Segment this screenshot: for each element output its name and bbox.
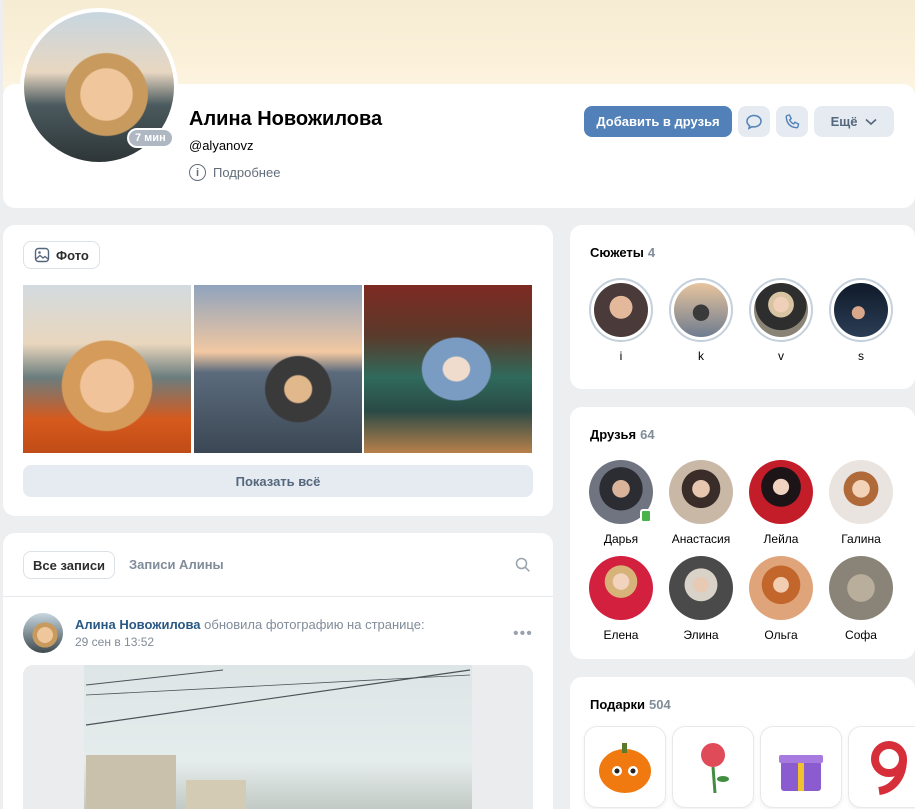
mobile-online-icon bbox=[640, 509, 652, 523]
post-date[interactable]: 29 сен в 13:52 bbox=[75, 635, 154, 649]
more-label: Ещё bbox=[830, 114, 858, 129]
avatar bbox=[669, 556, 733, 620]
avatar bbox=[669, 460, 733, 524]
post-header: Алина Новожилова обновила фотографию на … bbox=[75, 617, 425, 632]
phone-icon bbox=[785, 113, 800, 128]
photo-thumbnail[interactable] bbox=[364, 285, 532, 453]
photos-card: Фото Показать всё bbox=[3, 225, 553, 516]
stories-title: Сюжеты bbox=[590, 245, 644, 260]
friend-item[interactable]: Софа bbox=[821, 556, 901, 642]
details-label: Подробнее bbox=[213, 165, 281, 180]
post-author-link[interactable]: Алина Новожилова bbox=[75, 617, 201, 632]
friend-item[interactable]: Галина bbox=[821, 460, 901, 546]
stories-count: 4 bbox=[647, 245, 656, 260]
nine-balloon-gift-icon[interactable] bbox=[849, 727, 915, 807]
more-button[interactable]: Ещё bbox=[814, 106, 894, 137]
chevron-down-icon bbox=[865, 118, 877, 125]
stories-header[interactable]: Сюжеты 4 bbox=[590, 245, 655, 260]
giftbox-gift-icon[interactable]: ? bbox=[761, 727, 841, 807]
post-image[interactable] bbox=[23, 665, 533, 809]
call-button[interactable] bbox=[776, 106, 808, 137]
online-status-badge: 7 мин bbox=[127, 128, 174, 148]
svg-text:?: ? bbox=[797, 768, 806, 787]
friend-item[interactable]: Лейла bbox=[741, 460, 821, 546]
gifts-title: Подарки bbox=[590, 697, 646, 712]
tab-all-posts[interactable]: Все записи bbox=[23, 551, 116, 579]
avatar bbox=[749, 556, 813, 620]
add-friend-button[interactable]: Добавить в друзья bbox=[584, 106, 732, 137]
photos-chip-label: Фото bbox=[56, 247, 89, 263]
friend-item[interactable]: Анастасия bbox=[661, 460, 741, 546]
story-item[interactable]: i bbox=[589, 278, 653, 363]
message-button[interactable] bbox=[738, 106, 770, 137]
search-icon[interactable] bbox=[515, 557, 531, 573]
avatar bbox=[829, 460, 893, 524]
post-action-text: обновила фотографию на странице: bbox=[204, 617, 425, 632]
show-all-photos-button[interactable]: Показать всё bbox=[23, 465, 533, 497]
friend-item[interactable]: Елена bbox=[581, 556, 661, 642]
friend-item[interactable]: Ольга bbox=[741, 556, 821, 642]
friend-item[interactable]: Дарья bbox=[581, 460, 661, 546]
friends-card: Друзья 64 Дарья Анастасия Лейла Галина Ел… bbox=[570, 407, 915, 659]
tabs-divider bbox=[3, 596, 553, 597]
gifts-header[interactable]: Подарки 504 bbox=[590, 697, 671, 712]
avatar bbox=[589, 460, 653, 524]
stories-card: Сюжеты 4 i k v s bbox=[570, 225, 915, 389]
pumpkin-gift-icon[interactable] bbox=[585, 727, 665, 807]
rose-gift-icon[interactable] bbox=[673, 727, 753, 807]
story-item[interactable]: k bbox=[669, 278, 733, 363]
gifts-count: 504 bbox=[649, 697, 671, 712]
image-icon bbox=[34, 247, 50, 263]
post-author-avatar[interactable] bbox=[23, 613, 63, 653]
gifts-card: Подарки 504 ? bbox=[570, 677, 915, 809]
post-menu-icon[interactable]: ••• bbox=[513, 625, 533, 643]
story-item[interactable]: s bbox=[829, 278, 893, 363]
wire-lines-icon bbox=[85, 669, 471, 809]
tab-own-posts[interactable]: Записи Алины bbox=[129, 557, 224, 572]
avatar bbox=[589, 556, 653, 620]
details-link[interactable]: i Подробнее bbox=[189, 164, 280, 181]
photo-thumbnail[interactable] bbox=[23, 285, 191, 453]
friends-header[interactable]: Друзья 64 bbox=[590, 427, 655, 442]
friend-item[interactable]: Элина bbox=[661, 556, 741, 642]
story-item[interactable]: v bbox=[749, 278, 813, 363]
photo-thumbnail[interactable] bbox=[194, 285, 362, 453]
avatar bbox=[829, 556, 893, 620]
friends-count: 64 bbox=[640, 427, 655, 442]
wall-card: Все записи Записи Алины Алина Новожилова… bbox=[3, 533, 553, 809]
friends-title: Друзья bbox=[590, 427, 637, 442]
profile-name: Алина Новожилова bbox=[189, 108, 383, 130]
photos-tab[interactable]: Фото bbox=[23, 241, 100, 269]
message-icon bbox=[746, 114, 762, 130]
profile-handle: @alyanovz bbox=[189, 138, 254, 153]
avatar bbox=[749, 460, 813, 524]
info-icon: i bbox=[189, 164, 206, 181]
